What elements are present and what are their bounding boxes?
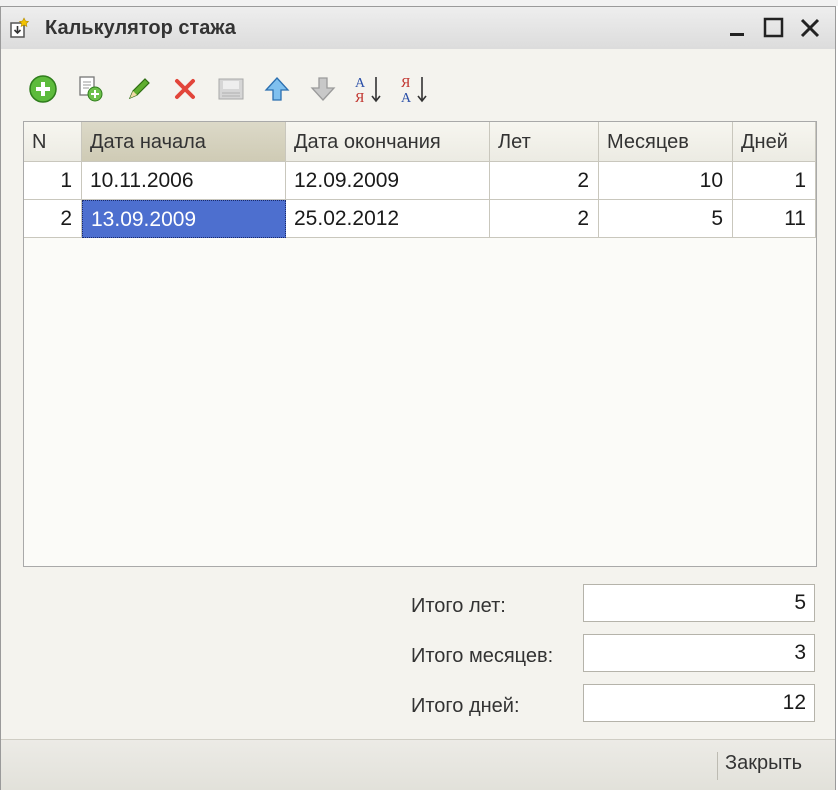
total-years-label: Итого лет: — [411, 595, 506, 617]
calculator-window: Калькулятор стажа А Я Я А N Дата начала … — [0, 6, 836, 790]
total-months-field[interactable]: 3 — [583, 634, 815, 672]
total-months-label: Итого месяцев: — [411, 645, 554, 667]
footer-bar: Закрыть — [1, 739, 835, 790]
maximize-button[interactable] — [761, 15, 787, 41]
column-header-months[interactable]: Месяцев — [599, 122, 733, 162]
cell-end-date[interactable]: 12.09.2009 — [286, 162, 490, 200]
total-years-field[interactable]: 5 — [583, 584, 815, 622]
cell-n[interactable]: 1 — [24, 162, 82, 200]
move-down-icon — [307, 73, 339, 105]
minimize-button[interactable] — [725, 15, 751, 41]
sort-letter-ya: Я — [401, 76, 410, 91]
edit-icon[interactable] — [123, 73, 155, 105]
sort-asc-icon[interactable]: А Я — [353, 73, 385, 105]
close-button[interactable]: Закрыть — [725, 752, 802, 775]
cell-months[interactable]: 5 — [599, 200, 733, 238]
column-header-end-date[interactable]: Дата окончания — [286, 122, 490, 162]
save-icon — [215, 73, 247, 105]
sort-letter-a: А — [401, 91, 412, 105]
title-bar: Калькулятор стажа — [1, 7, 835, 49]
cell-end-date[interactable]: 25.02.2012 — [286, 200, 490, 238]
total-days-field[interactable]: 12 — [583, 684, 815, 722]
cell-n[interactable]: 2 — [24, 200, 82, 238]
column-header-years[interactable]: Лет — [490, 122, 599, 162]
form-icon — [9, 17, 31, 39]
cell-days[interactable]: 11 — [733, 200, 816, 238]
sort-letter-ya: Я — [355, 91, 364, 105]
sort-letter-a: А — [355, 76, 366, 91]
cell-years[interactable]: 2 — [490, 200, 599, 238]
copy-icon[interactable] — [75, 73, 107, 105]
close-window-button[interactable] — [797, 15, 823, 41]
periods-table: N Дата начала Дата окончания Лет Месяцев… — [23, 121, 817, 567]
cell-months[interactable]: 10 — [599, 162, 733, 200]
sort-desc-icon[interactable]: Я А — [399, 73, 431, 105]
column-header-start-date[interactable]: Дата начала — [82, 122, 286, 162]
cell-start-date[interactable]: 10.11.2006 — [82, 162, 286, 200]
column-header-n[interactable]: N — [24, 122, 82, 162]
total-days-label: Итого дней: — [411, 695, 520, 717]
delete-icon[interactable] — [169, 73, 201, 105]
cell-days[interactable]: 1 — [733, 162, 816, 200]
move-up-icon[interactable] — [261, 73, 293, 105]
cell-start-date-selected[interactable]: 13.09.2009 — [82, 200, 286, 238]
add-icon[interactable] — [27, 73, 59, 105]
column-header-days[interactable]: Дней — [733, 122, 816, 162]
footer-separator — [717, 752, 718, 780]
cell-years[interactable]: 2 — [490, 162, 599, 200]
window-title: Калькулятор стажа — [45, 17, 236, 39]
